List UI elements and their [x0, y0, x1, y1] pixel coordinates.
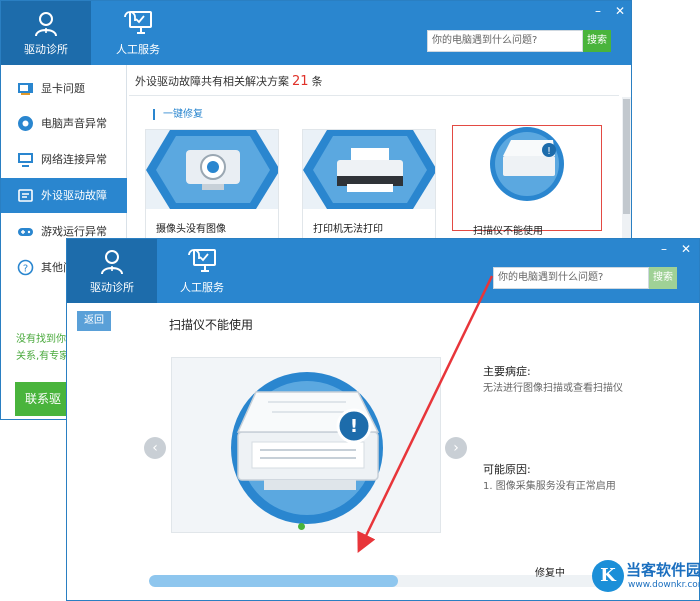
chevron-right-icon: ›	[453, 440, 459, 456]
symptom-heading: 主要病症:	[483, 365, 531, 378]
card-title: 摄像头没有图像	[156, 224, 226, 235]
svg-text:!: !	[350, 416, 358, 437]
card-title: 打印机无法打印	[313, 224, 383, 235]
question-icon: ?	[17, 259, 34, 276]
monitor-icon	[18, 153, 33, 167]
printer-icon	[303, 130, 435, 209]
watermark-name: 当客软件园	[626, 561, 700, 579]
solution-summary: 外设驱动故障共有相关解决方案 21 条	[135, 73, 323, 89]
watermark-url: www.downkr.com	[628, 580, 700, 590]
doctor-icon	[101, 250, 123, 275]
nav-service-tab[interactable]: 人工服务	[93, 1, 183, 65]
watermark-logo-icon: K	[592, 560, 624, 592]
search-input[interactable]: 你的电脑遇到什么问题?	[427, 30, 583, 52]
help-note-line2: 关系,有专家	[16, 351, 70, 362]
minimize-button[interactable]: –	[661, 243, 667, 255]
card-image: !	[453, 126, 601, 204]
search-button[interactable]: 搜索	[583, 30, 611, 52]
next-arrow-button[interactable]: ›	[445, 437, 467, 459]
display-card-icon	[18, 83, 33, 95]
support-monitor-icon	[188, 249, 216, 272]
gamepad-icon	[18, 228, 33, 236]
cause-heading: 可能原因:	[483, 463, 531, 476]
site-watermark: K 当客软件园 www.downkr.com	[592, 556, 700, 598]
svg-text:!: !	[547, 146, 551, 157]
solution-card-printer[interactable]: 打印机无法打印	[302, 129, 436, 239]
sidebar-item-graphics[interactable]: 显卡问题	[1, 71, 127, 106]
scanner-icon: !	[490, 127, 564, 201]
solution-card-webcam[interactable]: 摄像头没有图像	[145, 129, 279, 239]
sidebar-item-sound[interactable]: 电脑声音异常	[1, 106, 127, 141]
front-title-bar: 驱动诊所 人工服务 – ✕ 你的电脑遇到什么问题? 搜索	[67, 239, 699, 303]
progress-fill	[149, 575, 399, 587]
sidebar-item-peripheral[interactable]: 外设驱动故障	[1, 178, 127, 213]
prev-arrow-button[interactable]: ‹	[144, 437, 166, 459]
nav-diagnose-tab[interactable]: 驱动诊所	[1, 1, 91, 65]
back-title-bar: 驱动诊所 人工服务 – ✕ 你的电脑遇到什么问题? 搜索	[1, 1, 631, 65]
symptom-text: 无法进行图像扫描或查看扫描仪	[483, 383, 623, 394]
cause-text: 1. 图像采集服务没有正常启用	[483, 481, 616, 492]
nav-diagnose-tab[interactable]: 驱动诊所	[67, 239, 157, 303]
svg-text:?: ?	[23, 264, 28, 275]
minimize-button[interactable]: –	[595, 5, 601, 17]
sidebar-item-label: 网络连接异常	[41, 153, 107, 166]
support-monitor-icon	[124, 11, 152, 34]
summary-suffix: 条	[311, 75, 323, 88]
card-image	[303, 130, 435, 209]
close-button[interactable]: ✕	[681, 243, 691, 255]
solution-count: 21	[292, 74, 309, 89]
front-app-window: 驱动诊所 人工服务 – ✕ 你的电脑遇到什么问题? 搜索 返回 扫描仪不能使用 …	[66, 238, 700, 601]
progress-label: 修复中	[535, 568, 565, 579]
peripheral-icon	[18, 189, 33, 202]
close-button[interactable]: ✕	[615, 5, 625, 17]
section-title-oneclick: 一键修复	[153, 109, 203, 120]
nav-diagnose-label: 驱动诊所	[90, 281, 134, 294]
sidebar-item-network[interactable]: 网络连接异常	[1, 142, 127, 177]
sidebar-item-label: 显卡问题	[41, 82, 85, 95]
doctor-icon	[35, 12, 57, 37]
search-input[interactable]: 你的电脑遇到什么问题?	[493, 267, 649, 289]
solution-card-scanner[interactable]: ! 扫描仪不能使用	[452, 125, 602, 237]
carousel-dot-active[interactable]	[298, 523, 305, 530]
scanner-illustration: !	[231, 372, 383, 524]
speaker-icon	[18, 116, 33, 131]
scrollbar-thumb[interactable]	[623, 99, 630, 214]
help-note-line1: 没有找到你	[16, 334, 66, 345]
sidebar-item-label: 电脑声音异常	[41, 117, 107, 130]
card-image	[146, 130, 278, 209]
illustration-viewer: !	[171, 357, 441, 533]
nav-service-tab[interactable]: 人工服务	[157, 239, 247, 303]
nav-service-label: 人工服务	[116, 43, 160, 56]
divider	[129, 95, 619, 96]
nav-diagnose-label: 驱动诊所	[24, 43, 68, 56]
back-button[interactable]: 返回	[77, 311, 111, 331]
problem-title: 扫描仪不能使用	[169, 318, 254, 332]
webcam-icon	[146, 130, 278, 209]
chevron-left-icon: ‹	[152, 440, 158, 456]
search-button[interactable]: 搜索	[649, 267, 677, 289]
nav-service-label: 人工服务	[180, 281, 224, 294]
sidebar-item-label: 外设驱动故障	[41, 189, 107, 202]
card-title: 扫描仪不能使用	[473, 226, 543, 237]
summary-prefix: 外设驱动故障共有相关解决方案	[135, 75, 289, 88]
